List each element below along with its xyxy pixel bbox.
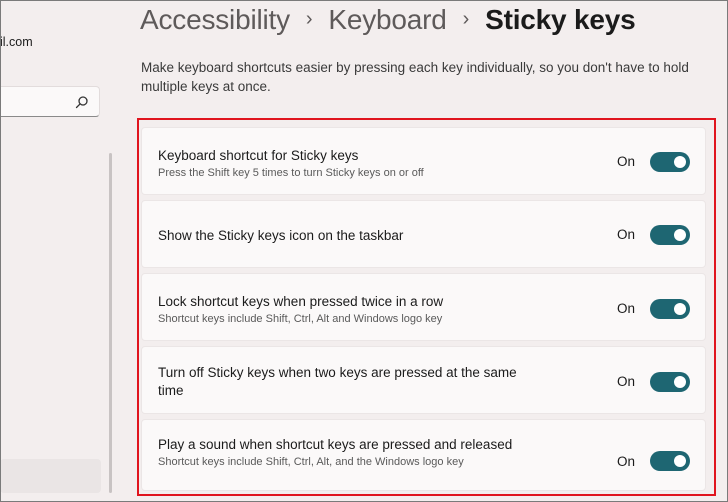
page-description: Make keyboard shortcuts easier by pressi… xyxy=(141,60,689,94)
account-email: il.com xyxy=(0,35,33,49)
search-input[interactable] xyxy=(0,86,100,117)
breadcrumb-accessibility[interactable]: Accessibility xyxy=(140,4,290,36)
breadcrumb: Accessibility › Keyboard › Sticky keys xyxy=(140,2,636,38)
nav-item-selected[interactable] xyxy=(0,459,101,493)
nav-scrollbar[interactable] xyxy=(109,153,112,493)
search-icon[interactable] xyxy=(75,95,89,109)
chevron-right-icon: › xyxy=(305,7,313,30)
navigation-pane: il.com xyxy=(0,0,118,502)
chevron-right-icon: › xyxy=(462,7,470,30)
breadcrumb-keyboard[interactable]: Keyboard xyxy=(328,4,446,36)
highlight-annotation-box xyxy=(137,118,716,496)
page-title: Sticky keys xyxy=(485,4,636,35)
